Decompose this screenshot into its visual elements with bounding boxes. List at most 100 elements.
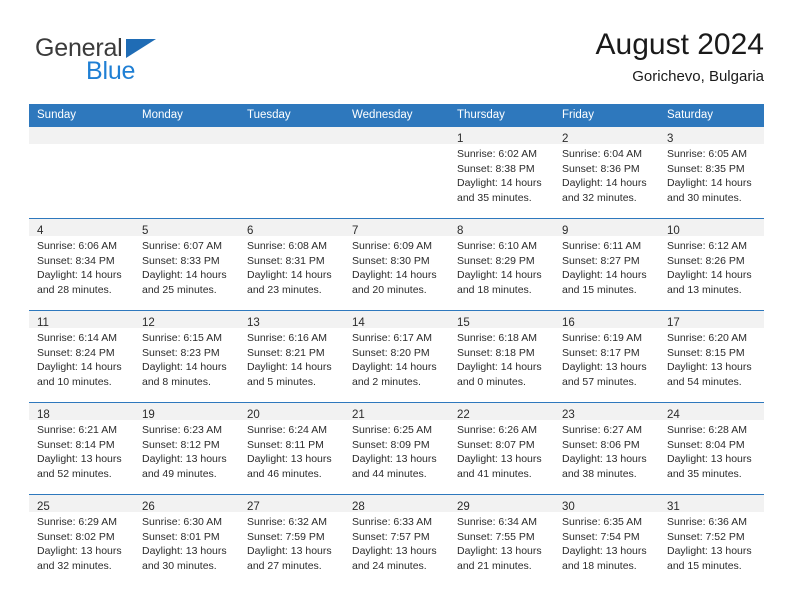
day-detail-line: Daylight: 13 hours [562,361,647,374]
day-detail-line: Sunset: 8:24 PM [37,346,115,359]
calendar-day-cell[interactable]: 4 Sunrise: 6:06 AM Sunset: 8:34 PM Daylight… [29,218,134,311]
calendar-day-cell[interactable]: 16 Sunrise: 6:19 AM Sunset: 8:17 PM Dayligh… [554,310,659,403]
calendar-day-cell[interactable]: 8 Sunrise: 6:10 AM Sunset: 8:29 PM Daylight… [449,218,554,311]
calendar-day-cell[interactable]: 2 Sunrise: 6:04 AM Sunset: 8:36 PM Daylight… [554,126,659,219]
calendar-day-cell[interactable]: 14 Sunrise: 6:17 AM Sunset: 8:20 PM Dayligh… [344,310,449,403]
day-detail-line: Daylight: 13 hours [457,453,542,466]
day-number: 27 [247,501,260,513]
day-detail-line: and 15 minutes. [667,559,742,572]
day-detail-line: Sunrise: 6:15 AM [142,332,222,344]
day-number-bar: 1 [449,127,554,145]
day-detail-line: Daylight: 14 hours [457,177,542,190]
day-detail-line: and 24 minutes. [352,559,427,572]
calendar-day-cell[interactable]: 17 Sunrise: 6:20 AM Sunset: 8:15 PM Dayligh… [659,310,764,403]
day-detail-line: Sunrise: 6:29 AM [37,516,117,528]
calendar-week-row: 25 Sunrise: 6:29 AM Sunset: 8:02 PM Dayligh… [29,494,764,586]
day-detail-body: Sunrise: 6:11 AM Sunset: 8:27 PM Daylight:… [554,236,659,297]
calendar-day-cell[interactable]: 21 Sunrise: 6:25 AM Sunset: 8:09 PM Dayligh… [344,402,449,495]
brand-logo[interactable]: General Blue [29,34,249,90]
calendar-day-cell[interactable]: 12 Sunrise: 6:15 AM Sunset: 8:23 PM Dayligh… [134,310,239,403]
calendar-day-cell-empty [29,126,134,219]
day-detail-body: Sunrise: 6:02 AM Sunset: 8:38 PM Daylight:… [449,144,554,205]
calendar-day-cell[interactable]: 22 Sunrise: 6:26 AM Sunset: 8:07 PM Dayligh… [449,402,554,495]
day-detail-body: Sunrise: 6:23 AM Sunset: 8:12 PM Daylight:… [134,420,239,481]
calendar-day-cell[interactable]: 9 Sunrise: 6:11 AM Sunset: 8:27 PM Daylight… [554,218,659,311]
day-number-bar: 30 [554,495,659,513]
calendar-day-cell[interactable]: 20 Sunrise: 6:24 AM Sunset: 8:11 PM Dayligh… [239,402,344,495]
day-detail-line: Sunrise: 6:24 AM [247,424,327,436]
calendar-day-cell[interactable]: 31 Sunrise: 6:36 AM Sunset: 7:52 PM Dayligh… [659,494,764,586]
day-number-bar: 13 [239,311,344,329]
calendar-day-cell[interactable]: 30 Sunrise: 6:35 AM Sunset: 7:54 PM Dayligh… [554,494,659,586]
calendar-day-cell[interactable]: 5 Sunrise: 6:07 AM Sunset: 8:33 PM Daylight… [134,218,239,311]
calendar-day-cell[interactable]: 18 Sunrise: 6:21 AM Sunset: 8:14 PM Dayligh… [29,402,134,495]
day-detail-line: Sunset: 8:20 PM [352,346,430,359]
calendar-day-cell[interactable]: 19 Sunrise: 6:23 AM Sunset: 8:12 PM Dayligh… [134,402,239,495]
day-number-bar: 9 [554,219,659,237]
day-detail-line: Sunrise: 6:10 AM [457,240,537,252]
day-detail-line: Sunset: 8:12 PM [142,438,220,451]
calendar-day-cell[interactable]: 15 Sunrise: 6:18 AM Sunset: 8:18 PM Dayligh… [449,310,554,403]
weekday-header-tuesday: Tuesday [239,104,344,127]
calendar-day-cell[interactable]: 6 Sunrise: 6:08 AM Sunset: 8:31 PM Daylight… [239,218,344,311]
day-number: 5 [142,225,149,237]
calendar-week-row: 18 Sunrise: 6:21 AM Sunset: 8:14 PM Dayligh… [29,402,764,495]
calendar-week-row: 1 Sunrise: 6:02 AM Sunset: 8:38 PM Daylight… [29,126,764,219]
day-detail-line: Sunset: 8:04 PM [667,438,745,451]
day-number-bar: 2 [554,127,659,145]
calendar-day-cell[interactable]: 1 Sunrise: 6:02 AM Sunset: 8:38 PM Daylight… [449,126,554,219]
weekday-header-wednesday: Wednesday [344,104,449,127]
calendar-day-cell[interactable]: 23 Sunrise: 6:27 AM Sunset: 8:06 PM Dayligh… [554,402,659,495]
day-detail-line: and 38 minutes. [562,467,637,480]
day-detail-body: Sunrise: 6:34 AM Sunset: 7:55 PM Daylight:… [449,512,554,573]
day-detail-line: Daylight: 14 hours [37,269,122,282]
day-number-bar: 18 [29,403,134,421]
calendar-day-cell[interactable]: 28 Sunrise: 6:33 AM Sunset: 7:57 PM Dayligh… [344,494,449,586]
day-detail-line: and 15 minutes. [562,283,637,296]
calendar-day-cell[interactable]: 25 Sunrise: 6:29 AM Sunset: 8:02 PM Dayligh… [29,494,134,586]
day-number-bar: 3 [659,127,764,145]
day-detail-line: Sunset: 8:21 PM [247,346,325,359]
day-detail-line: and 21 minutes. [457,559,532,572]
page-header: General Blue August 2024 Gorichevo, Bulg… [29,26,764,98]
day-detail-line: Daylight: 14 hours [667,269,752,282]
day-detail-line: Sunset: 8:36 PM [562,162,640,175]
day-detail-line: Daylight: 13 hours [667,361,752,374]
day-detail-line: Sunset: 7:59 PM [247,530,325,543]
day-number: 3 [667,133,674,145]
day-detail-line: Sunset: 8:02 PM [37,530,115,543]
weekday-header-saturday: Saturday [659,104,764,127]
calendar-day-cell[interactable]: 11 Sunrise: 6:14 AM Sunset: 8:24 PM Dayligh… [29,310,134,403]
day-detail-line: Sunrise: 6:11 AM [562,240,642,252]
calendar-day-cell[interactable]: 27 Sunrise: 6:32 AM Sunset: 7:59 PM Dayligh… [239,494,344,586]
day-number-bar: 20 [239,403,344,421]
day-number: 30 [562,501,575,513]
day-detail-line: Sunset: 8:07 PM [457,438,535,451]
day-number-bar: 11 [29,311,134,329]
day-detail-line: Sunset: 7:54 PM [562,530,640,543]
day-number: 26 [142,501,155,513]
day-detail-line: Daylight: 13 hours [247,545,332,558]
day-detail-line: Sunrise: 6:16 AM [247,332,327,344]
calendar-day-cell[interactable]: 7 Sunrise: 6:09 AM Sunset: 8:30 PM Daylight… [344,218,449,311]
calendar-day-cell[interactable]: 29 Sunrise: 6:34 AM Sunset: 7:55 PM Dayligh… [449,494,554,586]
calendar-day-cell[interactable]: 3 Sunrise: 6:05 AM Sunset: 8:35 PM Daylight… [659,126,764,219]
day-detail-body: Sunrise: 6:15 AM Sunset: 8:23 PM Daylight:… [134,328,239,389]
day-number-bar: 12 [134,311,239,329]
day-detail-line: and 2 minutes. [352,375,421,388]
day-detail-line: Sunrise: 6:05 AM [667,148,747,160]
day-detail-line: Daylight: 13 hours [37,453,122,466]
calendar-day-cell[interactable]: 10 Sunrise: 6:12 AM Sunset: 8:26 PM Dayligh… [659,218,764,311]
day-number-bar [239,127,344,144]
day-detail-line: Sunset: 8:14 PM [37,438,115,451]
day-detail-line: Sunset: 8:27 PM [562,254,640,267]
calendar-day-cell[interactable]: 24 Sunrise: 6:28 AM Sunset: 8:04 PM Dayligh… [659,402,764,495]
day-detail-line: Daylight: 13 hours [142,545,227,558]
day-detail-body: Sunrise: 6:21 AM Sunset: 8:14 PM Daylight:… [29,420,134,481]
day-detail-line: and 30 minutes. [667,191,742,204]
day-number-bar: 31 [659,495,764,513]
day-number: 16 [562,317,575,329]
calendar-day-cell[interactable]: 26 Sunrise: 6:30 AM Sunset: 8:01 PM Dayligh… [134,494,239,586]
day-number: 29 [457,501,470,513]
calendar-day-cell[interactable]: 13 Sunrise: 6:16 AM Sunset: 8:21 PM Dayligh… [239,310,344,403]
